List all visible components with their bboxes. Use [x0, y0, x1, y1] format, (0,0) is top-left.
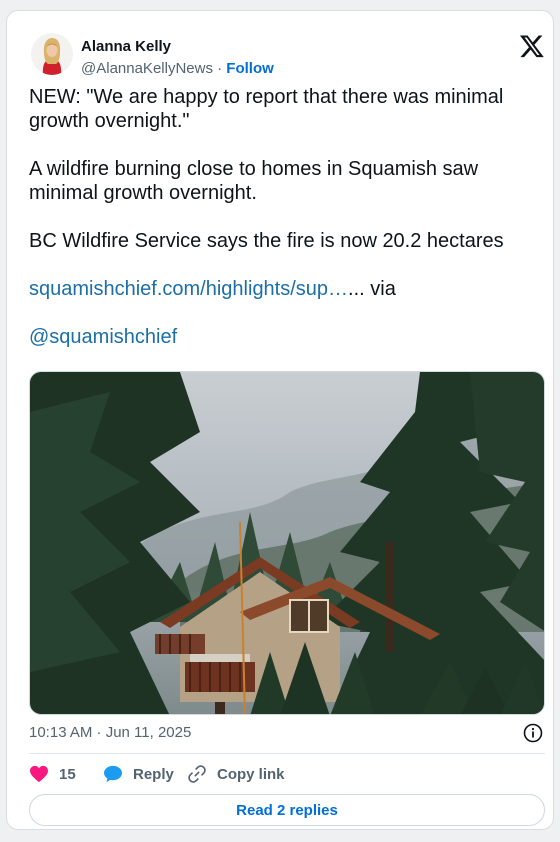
mention-line: @squamishchief: [29, 325, 539, 349]
like-count: 15: [59, 765, 76, 783]
wildfire-house-image: [30, 372, 544, 714]
like-button[interactable]: 15: [29, 763, 76, 785]
avatar[interactable]: [31, 33, 73, 75]
link-suffix: ... via: [348, 278, 396, 300]
tweet-text-line3: BC Wildfire Service says the fire is now…: [29, 230, 504, 252]
mention-link[interactable]: @squamishchief: [29, 326, 177, 348]
avatar-image: [31, 33, 73, 75]
tweet-photo[interactable]: [29, 371, 545, 715]
author-handle[interactable]: @AlannaKellyNews: [81, 60, 213, 77]
author-handle-line: @AlannaKellyNews · Follow: [81, 60, 274, 77]
info-icon[interactable]: [523, 723, 543, 743]
read-replies-button[interactable]: Read 2 replies: [29, 794, 545, 826]
speech-bubble-icon: [104, 765, 122, 783]
reply-label: Reply: [133, 765, 174, 783]
tweet-card: Alanna Kelly @AlannaKellyNews · Follow N…: [6, 10, 554, 830]
heart-icon: [30, 765, 48, 783]
tweet-text-line1: NEW: "We are happy to report that there …: [29, 86, 504, 132]
copy-link-button[interactable]: Copy link: [187, 763, 285, 785]
handle-separator: ·: [212, 60, 227, 77]
reply-button[interactable]: Reply: [103, 763, 174, 785]
x-logo-icon[interactable]: [519, 33, 545, 59]
author-name[interactable]: Alanna Kelly: [81, 38, 171, 55]
article-link[interactable]: squamishchief.com/highlights/sup…: [29, 278, 348, 300]
link-icon: [188, 765, 206, 783]
copy-link-label: Copy link: [217, 765, 285, 783]
follow-button[interactable]: Follow: [226, 60, 274, 77]
tweet-timestamp[interactable]: 10:13 AM · Jun 11, 2025: [29, 724, 191, 741]
divider: [29, 753, 545, 754]
tweet-link-line: squamishchief.com/highlights/sup…... via: [29, 277, 539, 301]
tweet-text-line2: A wildfire burning close to homes in Squ…: [29, 158, 479, 204]
